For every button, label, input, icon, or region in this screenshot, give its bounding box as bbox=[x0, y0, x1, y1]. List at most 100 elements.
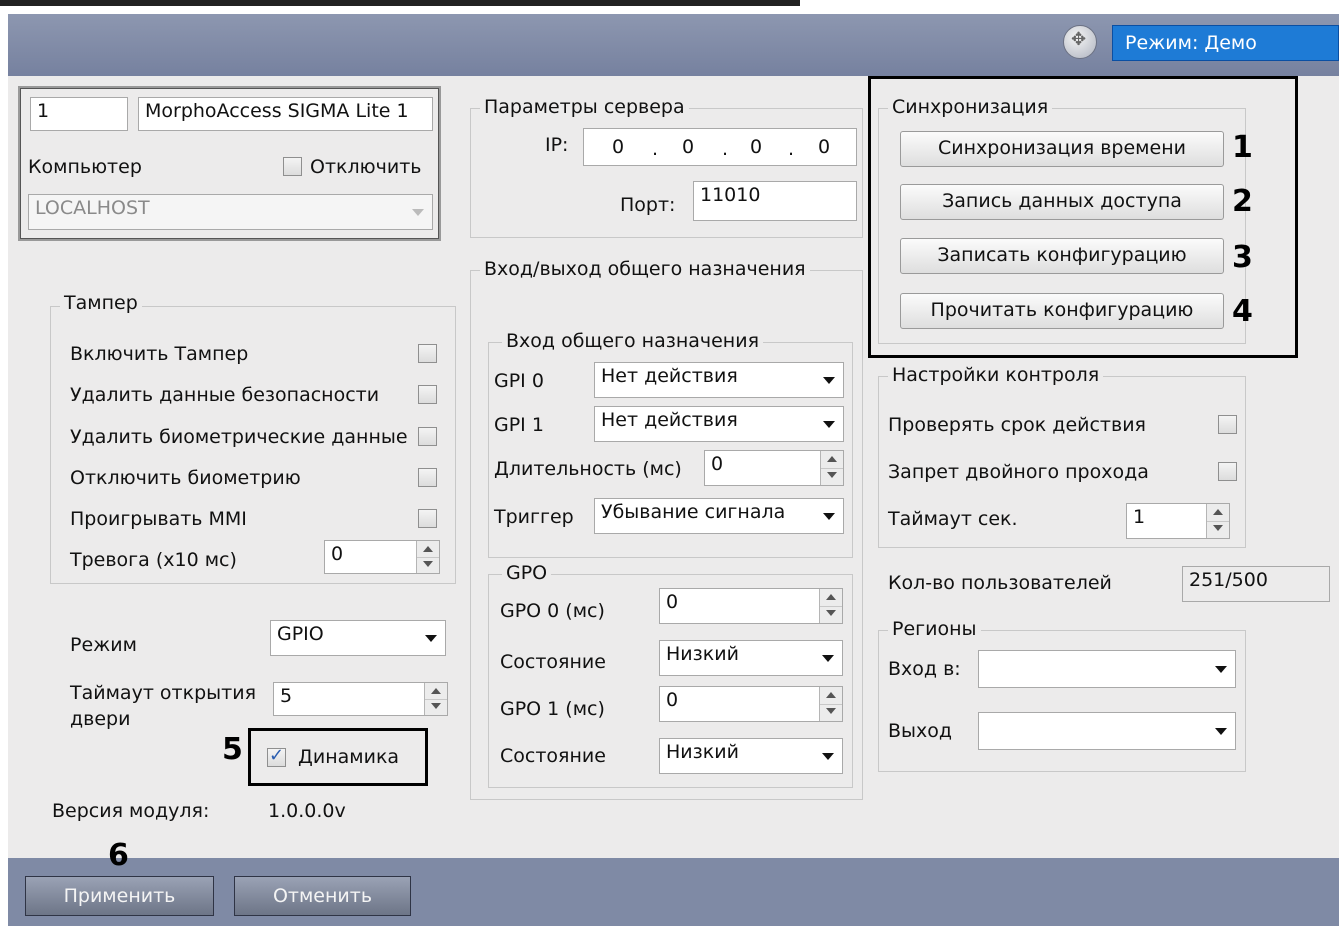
delete-biometric-checkbox[interactable] bbox=[418, 427, 437, 446]
antipassback-label: Запрет двойного прохода bbox=[888, 461, 1149, 483]
spinner-arrows-icon[interactable] bbox=[819, 589, 842, 623]
callout-number-2: 2 bbox=[1232, 184, 1253, 219]
version-value: 1.0.0.0v bbox=[268, 800, 346, 822]
ip-dot: . bbox=[722, 138, 729, 160]
ip-octet-4: 0 bbox=[818, 136, 831, 158]
mode-select[interactable]: GPIO bbox=[270, 620, 446, 656]
gpi1-select[interactable]: Нет действия bbox=[594, 406, 844, 442]
ip-field[interactable]: 0 . 0 . 0 . 0 bbox=[583, 128, 857, 166]
callout-number-4: 4 bbox=[1232, 294, 1253, 329]
computer-select[interactable]: LOCALHOST bbox=[28, 194, 433, 230]
door-timeout-spinner[interactable]: 5 bbox=[273, 682, 448, 716]
chevron-down-icon bbox=[823, 377, 835, 384]
version-label: Версия модуля: bbox=[52, 800, 210, 822]
speaker-label: Динамика bbox=[298, 746, 400, 768]
sync-time-button[interactable]: Синхронизация времени bbox=[900, 131, 1224, 167]
chevron-down-icon bbox=[823, 513, 835, 520]
spinner-arrows-icon[interactable] bbox=[416, 541, 439, 573]
check-validity-checkbox[interactable] bbox=[1218, 415, 1237, 434]
state0-label: Состояние bbox=[500, 651, 606, 673]
disable-label: Отключить bbox=[310, 156, 422, 178]
spinner-arrows-icon[interactable] bbox=[424, 683, 447, 715]
gpi-legend: Вход общего назначения bbox=[502, 330, 764, 352]
gpo0-label: GPO 0 (мс) bbox=[500, 600, 605, 622]
delete-biometric-label: Удалить биометрические данные bbox=[70, 426, 408, 448]
read-config-button[interactable]: Прочитать конфигурацию bbox=[900, 293, 1224, 329]
trigger-select[interactable]: Убывание сигнала bbox=[594, 498, 844, 534]
alarm-label: Тревога (x10 мс) bbox=[70, 549, 237, 571]
gpio-legend: Вход/выход общего назначения bbox=[480, 258, 810, 280]
timeout-spinner[interactable]: 1 bbox=[1126, 503, 1230, 539]
door-timeout-value: 5 bbox=[280, 685, 293, 707]
disable-checkbox[interactable] bbox=[283, 157, 302, 176]
delete-security-checkbox[interactable] bbox=[418, 385, 437, 404]
ip-octet-1: 0 bbox=[612, 136, 625, 158]
apply-button[interactable]: Применить bbox=[25, 876, 214, 916]
gpi1-label: GPI 1 bbox=[494, 414, 544, 436]
regions-legend: Регионы bbox=[888, 618, 981, 640]
cancel-button[interactable]: Отменить bbox=[234, 876, 411, 916]
users-count-label: Кол-во пользователей bbox=[888, 572, 1112, 594]
play-mmi-checkbox[interactable] bbox=[418, 509, 437, 528]
write-access-data-button[interactable]: Запись данных доступа bbox=[900, 184, 1224, 220]
gpo-legend: GPO bbox=[502, 562, 552, 584]
tamper-enable-label: Включить Тампер bbox=[70, 343, 249, 365]
ip-dot: . bbox=[652, 138, 659, 160]
mode-indicator[interactable]: Режим: Демо bbox=[1112, 25, 1339, 61]
trigger-label: Триггер bbox=[494, 506, 574, 528]
tamper-enable-checkbox[interactable] bbox=[418, 344, 437, 363]
spinner-arrows-icon[interactable] bbox=[819, 687, 842, 721]
state1-select[interactable]: Низкий bbox=[659, 738, 843, 774]
computer-label: Компьютер bbox=[28, 156, 142, 178]
device-name-field[interactable]: MorphoAccess SIGMA Lite 1 bbox=[138, 97, 433, 131]
chevron-down-icon bbox=[822, 655, 834, 662]
door-timeout-label: Таймаут открытия bbox=[70, 682, 257, 704]
computer-select-value: LOCALHOST bbox=[35, 197, 150, 219]
ip-dot: . bbox=[788, 138, 795, 160]
tamper-legend: Тампер bbox=[60, 292, 142, 314]
spinner-arrows-icon[interactable] bbox=[820, 451, 843, 485]
state1-label: Состояние bbox=[500, 745, 606, 767]
write-config-button[interactable]: Записать конфигурацию bbox=[900, 238, 1224, 274]
chevron-down-icon bbox=[412, 209, 424, 216]
antipassback-checkbox[interactable] bbox=[1218, 462, 1237, 481]
disable-biometry-checkbox[interactable] bbox=[418, 468, 437, 487]
chevron-down-icon bbox=[822, 753, 834, 760]
port-field[interactable]: 11010 bbox=[693, 181, 857, 221]
disable-biometry-label: Отключить биометрию bbox=[70, 467, 301, 489]
entry-region-select[interactable] bbox=[978, 650, 1236, 688]
mode-select-value: GPIO bbox=[277, 623, 324, 645]
server-legend: Параметры сервера bbox=[480, 96, 689, 118]
control-legend: Настройки контроля bbox=[888, 364, 1104, 386]
callout-number-5: 5 bbox=[222, 732, 243, 767]
play-mmi-label: Проигрывать MMI bbox=[70, 508, 247, 530]
state0-select[interactable]: Низкий bbox=[659, 640, 843, 676]
duration-spinner[interactable]: 0 bbox=[704, 450, 844, 486]
door-timeout-label-2: двери bbox=[70, 708, 131, 730]
gpi0-select[interactable]: Нет действия bbox=[594, 362, 844, 398]
timeout-value: 1 bbox=[1133, 506, 1146, 528]
gpo0-spinner[interactable]: 0 bbox=[659, 588, 843, 624]
timeout-label: Таймаут сек. bbox=[888, 508, 1018, 530]
port-label: Порт: bbox=[620, 194, 676, 216]
callout-number-6: 6 bbox=[108, 838, 129, 873]
callout-number-1: 1 bbox=[1232, 130, 1253, 165]
mode-indicator-label: Режим: Демо bbox=[1125, 32, 1257, 54]
chevron-down-icon bbox=[823, 421, 835, 428]
gpi0-label: GPI 0 bbox=[494, 370, 544, 392]
device-number-field[interactable]: 1 bbox=[30, 97, 128, 131]
exit-region-select[interactable] bbox=[978, 712, 1236, 750]
duration-value: 0 bbox=[711, 453, 724, 475]
spinner-arrows-icon[interactable] bbox=[1206, 504, 1229, 538]
trigger-select-value: Убывание сигнала bbox=[601, 501, 786, 523]
demo-mode-icon[interactable] bbox=[1063, 25, 1097, 59]
top-edge bbox=[0, 0, 800, 6]
speaker-checkbox[interactable] bbox=[267, 745, 286, 767]
alarm-spinner[interactable]: 0 bbox=[324, 540, 440, 574]
chevron-down-icon bbox=[425, 635, 437, 642]
state0-select-value: Низкий bbox=[666, 643, 739, 665]
check-validity-label: Проверять срок действия bbox=[888, 414, 1146, 436]
gpo1-value: 0 bbox=[666, 689, 679, 711]
exit-label: Выход bbox=[888, 720, 953, 742]
gpo1-spinner[interactable]: 0 bbox=[659, 686, 843, 722]
